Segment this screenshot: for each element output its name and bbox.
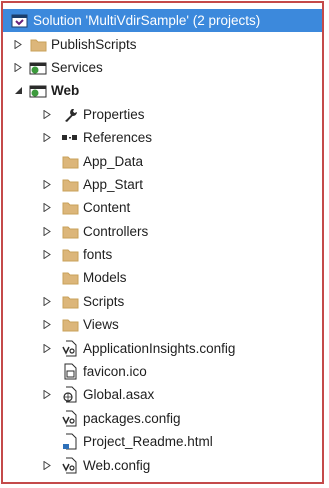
tree-item-label: App_Start	[83, 177, 144, 192]
expand-arrow-icon[interactable]	[12, 39, 24, 51]
html-file-icon	[61, 433, 79, 450]
tree-item-label: Controllers	[83, 224, 149, 239]
tree-item-label: Global.asax	[83, 387, 155, 402]
tree-item-label: Scripts	[83, 294, 125, 309]
references-icon	[61, 130, 79, 146]
folder-icon	[61, 154, 79, 170]
tree-item-label: Web	[51, 83, 80, 98]
tree-item-label: ApplicationInsights.config	[83, 341, 236, 356]
tree-item-controllers[interactable]: Controllers	[3, 220, 322, 243]
tree-item-scripts[interactable]: Scripts	[3, 290, 322, 313]
web-project-icon	[29, 60, 47, 76]
tree-item-label: Properties	[83, 107, 145, 122]
tree-item-content[interactable]: Content	[3, 196, 322, 219]
global-asax-icon	[61, 386, 79, 403]
folder-icon	[61, 317, 79, 333]
folder-icon	[61, 200, 79, 216]
tree-item-references[interactable]: References	[3, 126, 322, 149]
image-file-icon	[61, 363, 79, 380]
tree-item-fonts[interactable]: fonts	[3, 243, 322, 266]
tree-item-label: Solution 'MultiVdirSample' (2 projects)	[33, 13, 261, 28]
expand-arrow-icon[interactable]	[12, 62, 24, 74]
tree-item-label: fonts	[83, 247, 113, 262]
expand-arrow-icon[interactable]	[41, 202, 53, 214]
expand-arrow-icon[interactable]	[41, 460, 53, 472]
tree-item-label: favicon.ico	[83, 364, 147, 379]
tree-item-views[interactable]: Views	[3, 313, 322, 336]
collapse-arrow-icon[interactable]	[12, 85, 24, 97]
tree-item-web-config[interactable]: Web.config	[3, 454, 322, 477]
tree-item-label: References	[83, 130, 153, 145]
tree-item-label: packages.config	[83, 411, 181, 426]
expand-arrow-icon[interactable]	[41, 343, 53, 355]
tree-item-label: App_Data	[83, 154, 144, 169]
expand-arrow-icon[interactable]	[41, 226, 53, 238]
tree-item-web[interactable]: Web	[3, 79, 322, 102]
expand-arrow-icon[interactable]	[41, 132, 53, 144]
folder-icon	[61, 177, 79, 193]
expand-arrow-icon[interactable]	[41, 296, 53, 308]
folder-icon	[29, 37, 47, 53]
solution-explorer-panel: Solution 'MultiVdirSample' (2 projects) …	[1, 1, 324, 484]
tree-item-applicationinsights-config[interactable]: ApplicationInsights.config	[3, 337, 322, 360]
tree-item-favicon[interactable]: favicon.ico	[3, 360, 322, 383]
config-file-icon	[61, 340, 79, 357]
expand-arrow-icon[interactable]	[41, 319, 53, 331]
tree-item-app-data[interactable]: App_Data	[3, 150, 322, 173]
expand-arrow-icon[interactable]	[41, 249, 53, 261]
expand-arrow-icon[interactable]	[41, 389, 53, 401]
folder-icon	[61, 247, 79, 263]
tree-item-label: Project_Readme.html	[83, 434, 213, 449]
solution-icon	[11, 13, 29, 29]
tree-item-services[interactable]: Services	[3, 56, 322, 79]
tree-item-label: Services	[51, 60, 103, 75]
expand-arrow-icon[interactable]	[41, 109, 53, 121]
tree-item-global-asax[interactable]: Global.asax	[3, 383, 322, 406]
tree-item-label: PublishScripts	[51, 37, 137, 52]
tree-item-properties[interactable]: Properties	[3, 103, 322, 126]
config-file-icon	[61, 457, 79, 474]
tree-item-packages-config[interactable]: packages.config	[3, 407, 322, 430]
tree-item-models[interactable]: Models	[3, 266, 322, 289]
tree-item-project-readme[interactable]: Project_Readme.html	[3, 430, 322, 453]
folder-icon	[61, 294, 79, 310]
tree-item-app-start[interactable]: App_Start	[3, 173, 322, 196]
tree-item-label: Web.config	[83, 458, 151, 473]
tree-item-label: Models	[83, 270, 127, 285]
wrench-icon	[61, 107, 79, 123]
config-file-icon	[61, 410, 79, 427]
folder-icon	[61, 270, 79, 286]
tree-item-solution[interactable]: Solution 'MultiVdirSample' (2 projects)	[3, 9, 322, 32]
expand-arrow-icon[interactable]	[41, 179, 53, 191]
tree-item-label: Views	[83, 317, 119, 332]
tree-item-label: Content	[83, 200, 131, 215]
folder-icon	[61, 224, 79, 240]
web-project-icon	[29, 83, 47, 99]
tree-item-publishscripts[interactable]: PublishScripts	[3, 33, 322, 56]
